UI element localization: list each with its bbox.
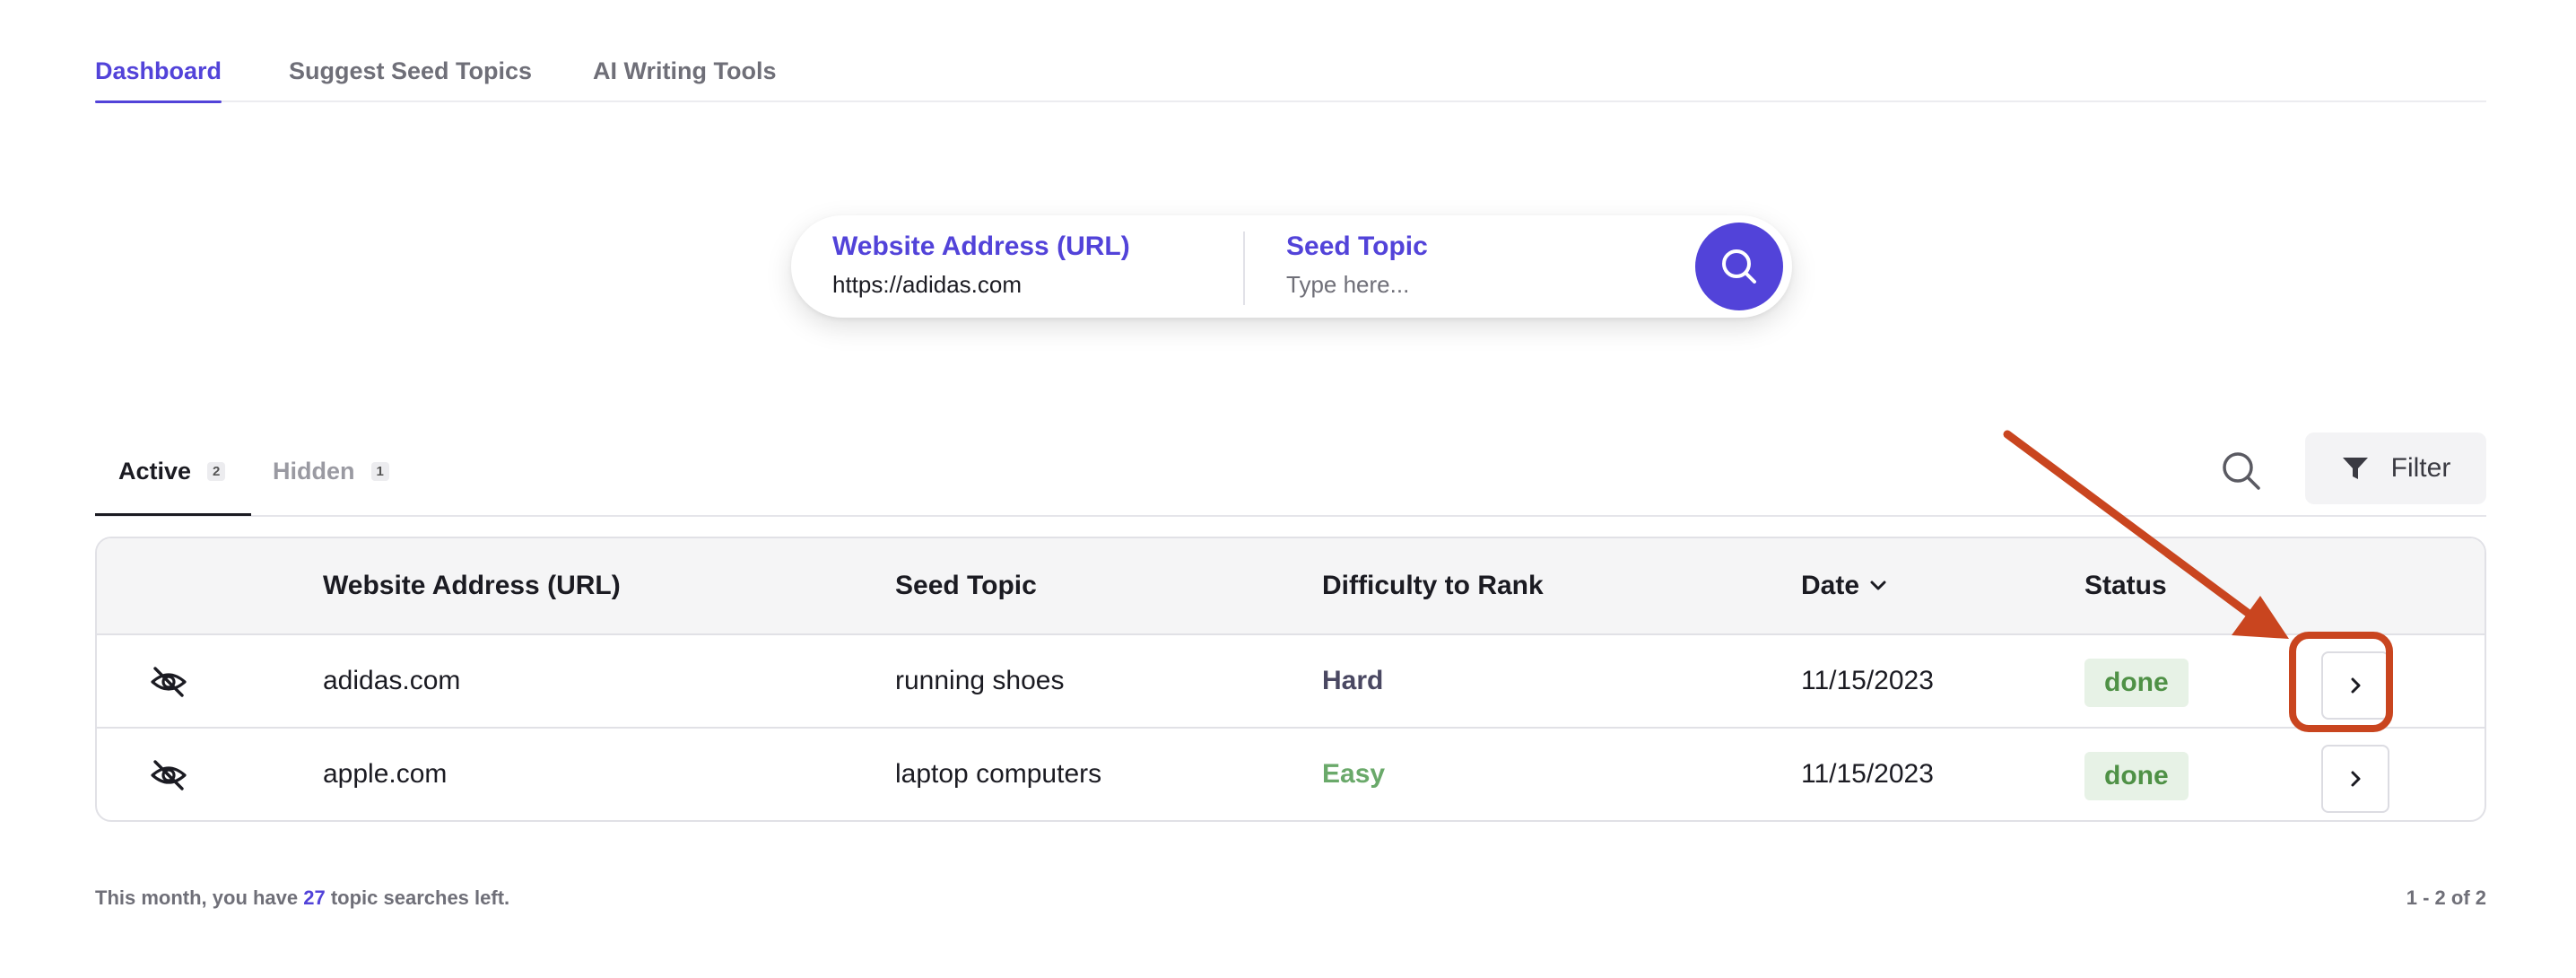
cell-seed-topic: laptop computers bbox=[895, 759, 1102, 789]
tab-active[interactable]: Active 2 bbox=[118, 458, 226, 485]
table-row: apple.com laptop computers Easy 11/15/20… bbox=[97, 729, 2485, 820]
tab-active-count: 2 bbox=[207, 462, 226, 481]
header-url: Website Address (URL) bbox=[323, 571, 621, 600]
table-header: Website Address (URL) Seed Topic Difficu… bbox=[97, 538, 2485, 635]
table-row: adidas.com running shoes Hard 11/15/2023… bbox=[97, 635, 2485, 729]
searches-remaining: This month, you have 27 topic searches l… bbox=[95, 886, 509, 910]
tab-hidden-label: Hidden bbox=[273, 458, 355, 485]
topic-search-bar: Website Address (URL) Seed Topic bbox=[791, 215, 1792, 318]
pagination-summary: 1 - 2 of 2 bbox=[2406, 886, 2486, 909]
searches-remaining-count: 27 bbox=[303, 886, 326, 909]
top-nav: Dashboard Suggest Seed Topics AI Writing… bbox=[95, 0, 2486, 103]
open-row-button[interactable] bbox=[2321, 745, 2389, 813]
tab-suggest-seed-topics[interactable]: Suggest Seed Topics bbox=[289, 57, 532, 85]
tab-hidden[interactable]: Hidden 1 bbox=[273, 458, 389, 485]
filter-button[interactable]: Filter bbox=[2305, 432, 2486, 504]
chevron-down-icon bbox=[1870, 581, 1886, 590]
chevron-right-icon bbox=[2351, 771, 2361, 787]
cell-date: 11/15/2023 bbox=[1801, 759, 1934, 789]
search-submit-button[interactable] bbox=[1695, 223, 1783, 310]
cell-date: 11/15/2023 bbox=[1801, 666, 1934, 695]
eye-off-icon[interactable] bbox=[149, 755, 188, 795]
cell-difficulty: Hard bbox=[1322, 666, 1384, 695]
cell-difficulty: Easy bbox=[1322, 759, 1386, 789]
seed-topic-label: Seed Topic bbox=[1286, 231, 1428, 261]
cell-url: adidas.com bbox=[323, 666, 461, 695]
tab-dashboard[interactable]: Dashboard bbox=[95, 57, 222, 103]
url-field[interactable]: Website Address (URL) bbox=[832, 231, 1209, 299]
searches-remaining-prefix: This month, you have bbox=[95, 886, 304, 909]
status-badge: done bbox=[2084, 752, 2189, 800]
open-row-button[interactable] bbox=[2321, 651, 2389, 720]
status-badge: done bbox=[2084, 659, 2189, 707]
header-date-label: Date bbox=[1801, 571, 1860, 600]
url-input[interactable] bbox=[832, 271, 1209, 299]
seed-topic-input[interactable] bbox=[1286, 271, 1663, 299]
list-tabs: Active 2 Hidden 1 bbox=[95, 431, 2486, 517]
topics-table: Website Address (URL) Seed Topic Difficu… bbox=[95, 537, 2486, 822]
cell-seed-topic: running shoes bbox=[895, 666, 1065, 695]
search-icon bbox=[1722, 249, 1756, 284]
seed-topic-field[interactable]: Seed Topic bbox=[1286, 231, 1663, 299]
header-difficulty: Difficulty to Rank bbox=[1322, 571, 1544, 600]
tab-active-label: Active bbox=[118, 458, 192, 485]
filter-label: Filter bbox=[2390, 453, 2451, 483]
chevron-right-icon bbox=[2351, 677, 2361, 694]
field-divider bbox=[1243, 231, 1245, 305]
eye-off-icon[interactable] bbox=[149, 662, 188, 702]
tab-ai-writing-tools[interactable]: AI Writing Tools bbox=[593, 57, 776, 85]
header-seed-topic: Seed Topic bbox=[895, 571, 1037, 600]
searches-remaining-suffix: topic searches left. bbox=[325, 886, 510, 909]
header-date-sort[interactable]: Date bbox=[1801, 571, 1888, 601]
search-icon bbox=[2223, 452, 2260, 490]
url-field-label: Website Address (URL) bbox=[832, 231, 1130, 261]
table-search-button[interactable] bbox=[2219, 449, 2264, 493]
filter-funnel-icon bbox=[2342, 458, 2368, 479]
active-tab-underline bbox=[95, 513, 251, 516]
cell-url: apple.com bbox=[323, 759, 448, 789]
header-status: Status bbox=[2084, 571, 2167, 600]
tab-hidden-count: 1 bbox=[370, 462, 389, 481]
